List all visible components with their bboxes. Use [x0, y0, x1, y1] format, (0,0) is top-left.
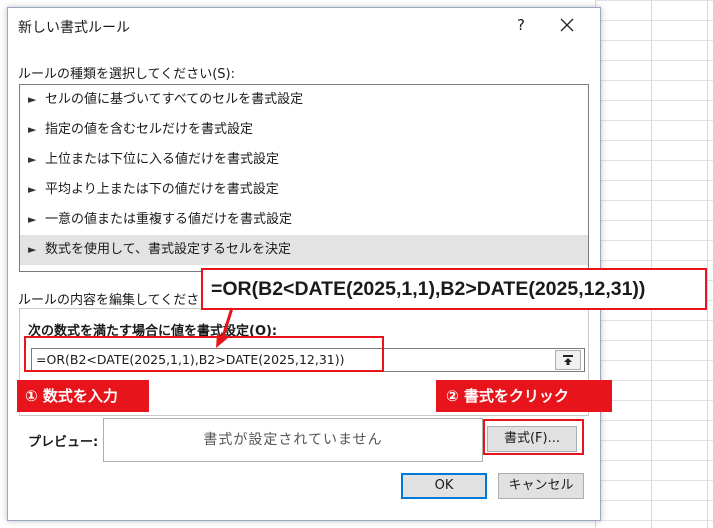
screen: 新しい書式ルール ? ルールの種類を選択してください(S): ► セルの値に基づい…: [0, 0, 713, 528]
rule-item[interactable]: ► 平均より上または下の値だけを書式設定: [20, 175, 588, 205]
preview-label: プレビュー:: [28, 435, 99, 450]
bullet-icon: ►: [28, 93, 37, 106]
cancel-button[interactable]: キャンセル: [498, 473, 584, 499]
rule-item[interactable]: ► セルの値に基づいてすべてのセルを書式設定: [20, 85, 588, 115]
rule-item[interactable]: ► 一意の値または重複する値だけを書式設定: [20, 205, 588, 235]
step2-callout: ② 書式をクリック: [436, 380, 612, 412]
rule-type-label: ルールの種類を選択してください(S):: [18, 67, 235, 82]
format-button-highlight-frame: [483, 419, 584, 455]
help-button[interactable]: ?: [511, 14, 531, 36]
rule-item-selected[interactable]: ► 数式を使用して、書式設定するセルを決定: [20, 235, 588, 265]
bullet-icon: ►: [28, 213, 37, 226]
rule-item-label: 指定の値を含むセルだけを書式設定: [45, 122, 254, 137]
preview-box: 書式が設定されていません: [103, 418, 483, 462]
ok-button[interactable]: OK: [401, 473, 487, 499]
edit-rule-label: ルールの内容を編集してください(E: [18, 293, 226, 308]
dialog-title: 新しい書式ルール: [18, 20, 130, 36]
step1-callout: ① 数式を入力: [17, 380, 149, 412]
collapse-dialog-button[interactable]: [555, 350, 581, 370]
bullet-icon: ►: [28, 243, 37, 256]
rule-item-label: 数式を使用して、書式設定するセルを決定: [45, 242, 291, 257]
bullet-icon: ►: [28, 153, 37, 166]
formula-banner: =OR(B2<DATE(2025,1,1),B2>DATE(2025,12,31…: [201, 268, 707, 310]
rule-item[interactable]: ► 上位または下位に入る値だけを書式設定: [20, 145, 588, 175]
formula-highlight-frame: [24, 336, 384, 372]
collapse-arrow-icon: [563, 355, 573, 365]
rule-type-list[interactable]: ► セルの値に基づいてすべてのセルを書式設定 ► 指定の値を含むセルだけを書式設定 …: [19, 84, 589, 272]
rule-item-label: 一意の値または重複する値だけを書式設定: [45, 212, 293, 227]
rule-item-label: セルの値に基づいてすべてのセルを書式設定: [45, 92, 304, 107]
spreadsheet-background: [595, 0, 713, 528]
rule-item-label: 平均より上または下の値だけを書式設定: [45, 182, 279, 197]
rule-item[interactable]: ► 指定の値を含むセルだけを書式設定: [20, 115, 588, 145]
close-button[interactable]: [554, 14, 580, 36]
bullet-icon: ►: [28, 123, 37, 136]
bullet-icon: ►: [28, 183, 37, 196]
rule-item-label: 上位または下位に入る値だけを書式設定: [45, 152, 280, 167]
close-icon: [560, 18, 574, 32]
